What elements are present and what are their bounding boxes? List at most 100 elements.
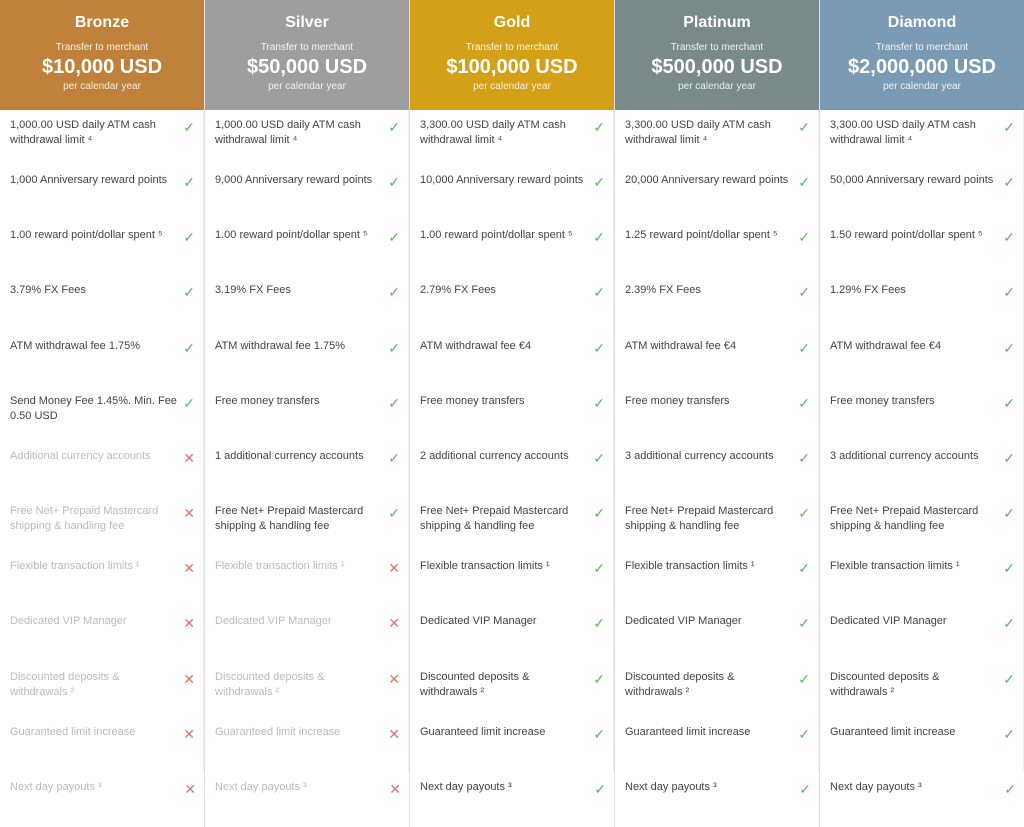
feature-cell-0-4: 3,300.00 USD daily ATM cash withdrawal l…: [820, 110, 1024, 165]
feature-text-6-1: 1 additional currency accounts: [215, 449, 388, 464]
feature-text-7-1: Free Net+ Prepaid Mastercard shipping & …: [215, 504, 388, 535]
feature-text-9-1: Dedicated VIP Manager: [215, 614, 388, 629]
check-icon: ✓: [798, 340, 810, 357]
check-icon: ✓: [798, 560, 810, 577]
cross-icon: ✕: [388, 671, 400, 688]
feature-text-4-0: ATM withdrawal fee 1.75%: [10, 339, 183, 354]
check-icon: ✓: [798, 505, 810, 522]
feature-text-12-3: Next day payouts ³: [625, 780, 799, 795]
feature-text-4-1: ATM withdrawal fee 1.75%: [215, 339, 388, 354]
feature-text-9-2: Dedicated VIP Manager: [420, 614, 593, 629]
gold-per-year: per calendar year: [420, 81, 604, 92]
feature-cell-3-1: 3.19% FX Fees✓: [205, 275, 409, 330]
feature-text-6-3: 3 additional currency accounts: [625, 449, 798, 464]
feature-cell-2-2: 1.00 reward point/dollar spent ⁵✓: [410, 220, 614, 275]
feature-cell-1-4: 50,000 Anniversary reward points✓: [820, 165, 1024, 220]
feature-text-4-3: ATM withdrawal fee €4: [625, 339, 798, 354]
check-icon: ✓: [1003, 560, 1015, 577]
col-silver: Silver Transfer to merchant $50,000 USD …: [205, 0, 410, 827]
check-icon: ✓: [798, 229, 810, 246]
check-icon: ✓: [593, 505, 605, 522]
feature-cell-11-2: Guaranteed limit increase✓: [410, 717, 614, 772]
check-icon: ✓: [388, 174, 400, 191]
col-bronze: Bronze Transfer to merchant $10,000 USD …: [0, 0, 205, 827]
check-icon: ✓: [1003, 119, 1015, 136]
feature-cell-5-2: Free money transfers✓: [410, 386, 614, 441]
feature-cell-12-1: Next day payouts ³✕: [205, 772, 409, 827]
feature-cell-8-4: Flexible transaction limits ¹✓: [820, 551, 1024, 606]
feature-text-0-4: 3,300.00 USD daily ATM cash withdrawal l…: [830, 118, 1003, 149]
feature-text-5-1: Free money transfers: [215, 394, 388, 409]
feature-cell-2-4: 1.50 reward point/dollar spent ⁵✓: [820, 220, 1024, 275]
feature-cell-11-0: Guaranteed limit increase✕: [0, 717, 204, 772]
feature-text-7-0: Free Net+ Prepaid Mastercard shipping & …: [10, 504, 183, 535]
feature-text-10-3: Discounted deposits & withdrawals ²: [625, 670, 798, 701]
feature-cell-10-0: Discounted deposits & withdrawals ²✕: [0, 662, 204, 717]
bronze-per-year: per calendar year: [10, 81, 194, 92]
cross-icon: ✕: [388, 615, 400, 632]
feature-text-9-0: Dedicated VIP Manager: [10, 614, 183, 629]
feature-text-10-4: Discounted deposits & withdrawals ²: [830, 670, 1003, 701]
feature-cell-10-2: Discounted deposits & withdrawals ²✓: [410, 662, 614, 717]
pricing-table: Bronze Transfer to merchant $10,000 USD …: [0, 0, 1024, 827]
check-icon: ✓: [798, 284, 810, 301]
check-icon: ✓: [593, 174, 605, 191]
platinum-per-year: per calendar year: [625, 81, 809, 92]
feature-cell-7-0: Free Net+ Prepaid Mastercard shipping & …: [0, 496, 204, 551]
feature-cell-5-3: Free money transfers✓: [615, 386, 819, 441]
feature-text-8-3: Flexible transaction limits ¹: [625, 559, 798, 574]
check-icon: ✓: [593, 671, 605, 688]
check-icon: ✓: [593, 615, 605, 632]
feature-text-1-1: 9,000 Anniversary reward points: [215, 173, 388, 188]
feature-cell-3-0: 3.79% FX Fees✓: [0, 275, 204, 330]
feature-cell-10-1: Discounted deposits & withdrawals ²✕: [205, 662, 409, 717]
cross-icon: ✕: [183, 560, 195, 577]
check-icon: ✓: [388, 229, 400, 246]
platinum-amount: $500,000 USD: [625, 55, 809, 79]
feature-cell-9-1: Dedicated VIP Manager✕: [205, 606, 409, 661]
feature-text-11-2: Guaranteed limit increase: [420, 725, 593, 740]
bronze-header: Bronze Transfer to merchant $10,000 USD …: [0, 0, 204, 110]
feature-text-3-3: 2.39% FX Fees: [625, 283, 798, 298]
feature-cell-1-0: 1,000 Anniversary reward points✓: [0, 165, 204, 220]
feature-cell-5-0: Send Money Fee 1.45%. Min. Fee 0.50 USD✓: [0, 386, 204, 441]
feature-text-2-3: 1.25 reward point/dollar spent ⁵: [625, 228, 798, 243]
feature-cell-1-2: 10,000 Anniversary reward points✓: [410, 165, 614, 220]
diamond-per-year: per calendar year: [830, 81, 1014, 92]
feature-cell-8-0: Flexible transaction limits ¹✕: [0, 551, 204, 606]
feature-cell-0-1: 1,000.00 USD daily ATM cash withdrawal l…: [205, 110, 409, 165]
feature-cell-3-2: 2.79% FX Fees✓: [410, 275, 614, 330]
feature-text-10-1: Discounted deposits & withdrawals ²: [215, 670, 388, 701]
feature-text-10-2: Discounted deposits & withdrawals ²: [420, 670, 593, 701]
check-icon: ✓: [593, 119, 605, 136]
feature-cell-9-3: Dedicated VIP Manager✓: [615, 606, 819, 661]
feature-text-3-2: 2.79% FX Fees: [420, 283, 593, 298]
feature-cell-0-3: 3,300.00 USD daily ATM cash withdrawal l…: [615, 110, 819, 165]
feature-text-2-1: 1.00 reward point/dollar spent ⁵: [215, 228, 388, 243]
feature-text-1-4: 50,000 Anniversary reward points: [830, 173, 1003, 188]
gold-header: Gold Transfer to merchant $100,000 USD p…: [410, 0, 614, 110]
check-icon: ✓: [799, 781, 811, 798]
diamond-amount: $2,000,000 USD: [830, 55, 1014, 79]
feature-text-10-0: Discounted deposits & withdrawals ²: [10, 670, 183, 701]
feature-text-1-3: 20,000 Anniversary reward points: [625, 173, 798, 188]
feature-cell-2-0: 1.00 reward point/dollar spent ⁵✓: [0, 220, 204, 275]
feature-cell-6-0: Additional currency accounts✕: [0, 441, 204, 496]
feature-text-8-0: Flexible transaction limits ¹: [10, 559, 183, 574]
feature-cell-8-3: Flexible transaction limits ¹✓: [615, 551, 819, 606]
feature-cell-1-3: 20,000 Anniversary reward points✓: [615, 165, 819, 220]
feature-cell-10-3: Discounted deposits & withdrawals ²✓: [615, 662, 819, 717]
cross-icon: ✕: [183, 726, 195, 743]
feature-text-3-4: 1.29% FX Fees: [830, 283, 1003, 298]
bronze-amount: $10,000 USD: [10, 55, 194, 79]
feature-cell-11-3: Guaranteed limit increase✓: [615, 717, 819, 772]
feature-cell-12-3: Next day payouts ³✓: [615, 772, 819, 827]
platinum-transfer-label: Transfer to merchant: [625, 42, 809, 53]
silver-tier-name: Silver: [215, 14, 399, 32]
check-icon: ✓: [388, 450, 400, 467]
check-icon: ✓: [798, 671, 810, 688]
feature-cell-12-2: Next day payouts ³✓: [410, 772, 614, 827]
check-icon: ✓: [593, 340, 605, 357]
cross-icon: ✕: [389, 781, 401, 798]
feature-cell-9-2: Dedicated VIP Manager✓: [410, 606, 614, 661]
